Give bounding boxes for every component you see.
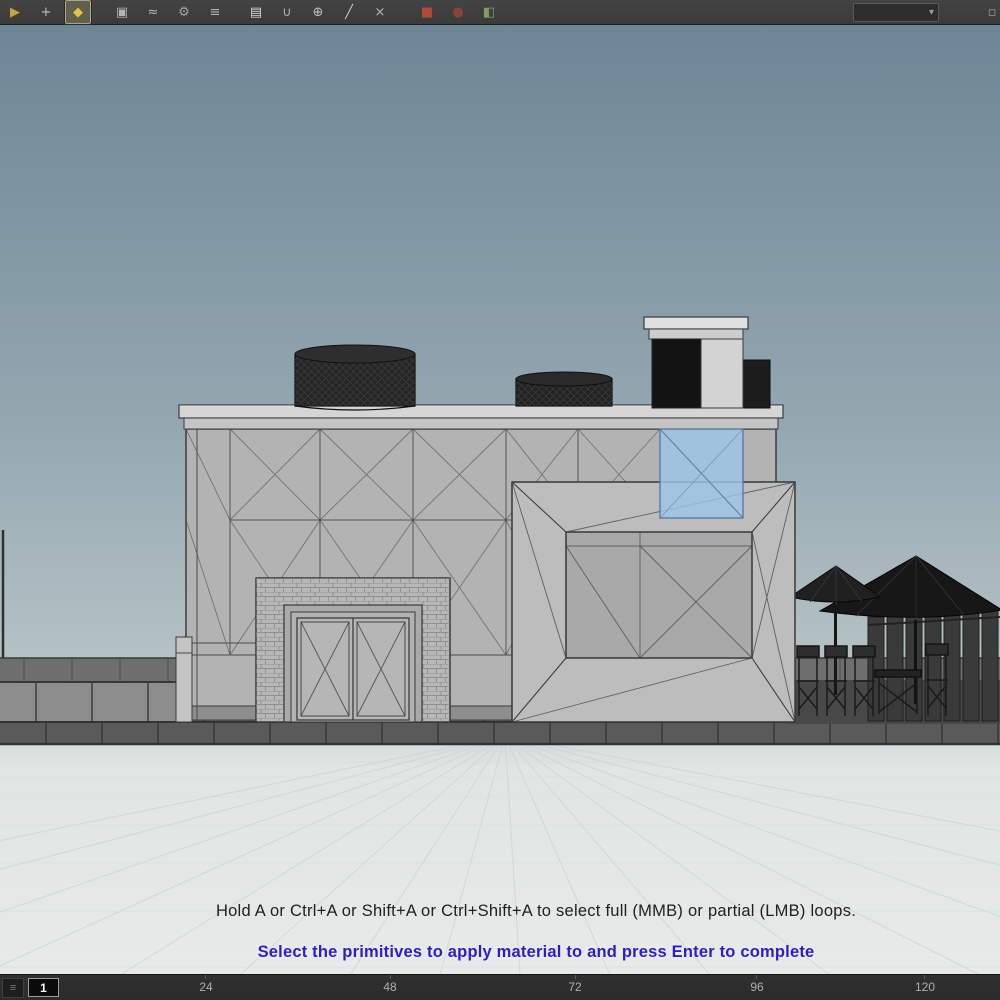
sphere-primitive-icon[interactable]: ● (446, 1, 470, 23)
viewport-state-menu[interactable]: ▾ (853, 2, 939, 22)
soft-edit-icon[interactable]: ≈ (141, 1, 165, 23)
fence (867, 609, 999, 722)
frame-tick-label[interactable]: 72 (560, 980, 590, 994)
left-pilaster (175, 636, 193, 723)
frame-tick-label[interactable]: 120 (910, 980, 940, 994)
uv-view-icon[interactable]: ◧ (477, 1, 501, 23)
frame-tick-label[interactable]: 24 (191, 980, 221, 994)
ruler-tool-icon[interactable]: ▤ (244, 1, 268, 23)
frame-tickmark (390, 975, 391, 979)
roof-tank-middle (515, 371, 613, 407)
wrench-tool-icon[interactable]: ⚙ (172, 1, 196, 23)
viewport-prompt-text: Select the primitives to apply material … (257, 943, 815, 961)
add-point-icon[interactable]: ⊕ (306, 1, 330, 23)
magnet-snap-icon[interactable]: ∪ (275, 1, 299, 23)
roof-tank-left (294, 344, 416, 411)
awning-frame[interactable] (511, 481, 796, 723)
frame-tick-label[interactable]: 48 (375, 980, 405, 994)
shelf-toolbar: ▶ + ◆ ▣ ≈ ⚙ ≡ ▤ ∪ ⊕ ╱ × ■ ● ◧ ▾ ▫ (0, 0, 1000, 25)
frame-tickmark (575, 975, 576, 979)
active-tool-icon[interactable]: ◆ (65, 0, 91, 24)
menu-icon: ≡ (9, 982, 17, 994)
extra-tool-icon[interactable]: ▫ (980, 1, 1000, 23)
frame-tickmark (924, 975, 925, 979)
knife-tool-icon[interactable]: ╱ (337, 1, 361, 23)
translate-handle-icon[interactable]: + (34, 1, 58, 23)
loop-select-icon[interactable]: ≡ (203, 1, 227, 23)
ground-plane (0, 741, 1000, 975)
delete-tool-icon[interactable]: × (368, 1, 392, 23)
selected-primitive[interactable] (659, 428, 744, 519)
frame-tickmark (756, 975, 757, 979)
chimney (643, 316, 749, 409)
viewport-canvas[interactable] (0, 25, 1000, 975)
playbar-menu-button[interactable]: ≡ (2, 978, 24, 998)
frame-tickmark (205, 975, 206, 979)
current-frame-indicator[interactable]: 1 (28, 978, 59, 997)
viewport-help-text: Hold A or Ctrl+A or Shift+A or Ctrl+Shif… (215, 902, 857, 920)
chevron-down-icon: ▾ (928, 6, 934, 18)
playbar[interactable]: ≡ 1 24 48 72 96 120 (0, 974, 1000, 1000)
material-palette-icon[interactable]: ■ (415, 1, 439, 23)
entrance-door[interactable] (255, 577, 451, 723)
application-window: ▶ + ◆ ▣ ≈ ⚙ ≡ ▤ ∪ ⊕ ╱ × ■ ● ◧ ▾ ▫ Hold A… (0, 0, 1000, 1000)
cornice (178, 404, 784, 430)
select-mode-icon[interactable]: ▶ (3, 1, 27, 23)
edit-mode-icon[interactable]: ▣ (110, 1, 134, 23)
frame-tick-label[interactable]: 96 (742, 980, 772, 994)
scene-viewport[interactable]: Hold A or Ctrl+A or Shift+A or Ctrl+Shif… (0, 25, 1000, 975)
